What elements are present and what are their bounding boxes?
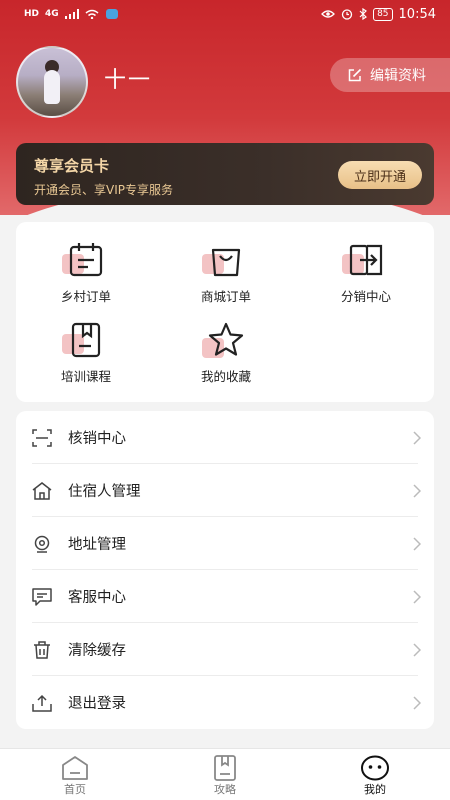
menu-item-customer-service[interactable]: 客服中心 [16, 570, 434, 623]
share-exit-icon [349, 244, 383, 276]
tab-home[interactable]: 首页 [35, 755, 115, 797]
trash-icon [34, 640, 50, 659]
menu-item-verification-center[interactable]: 核销中心 [16, 411, 434, 464]
scan-icon [32, 428, 52, 447]
app-notification-icon [105, 9, 118, 19]
profile-face-icon [361, 755, 389, 781]
hd-indicator: HD [24, 9, 40, 19]
eye-icon [321, 10, 335, 18]
grid-item-distribution-center[interactable]: 分销中心 [301, 240, 431, 305]
home-icon [32, 481, 52, 500]
settings-menu: 核销中心 住宿人管理 地址管理 客服中心 清除缓存 退出登录 [16, 411, 434, 729]
chevron-right-icon [413, 695, 421, 710]
calendar-icon [69, 243, 103, 277]
status-bar: HD 4G 85 10:54 [0, 0, 450, 28]
bottom-tab-bar: 首页 攻略 我的 [0, 748, 450, 800]
tab-guide[interactable]: 攻略 [185, 755, 265, 797]
vip-title: 尊享会员卡 [34, 157, 110, 175]
network-indicator: 4G [45, 9, 59, 19]
menu-item-address-management[interactable]: 地址管理 [16, 517, 434, 570]
chat-icon [32, 587, 52, 606]
menu-label: 退出登录 [68, 696, 126, 712]
grid-label: 商城订单 [200, 289, 251, 304]
vip-subtitle: 开通会员、享VIP专享服务 [34, 183, 173, 197]
home-tab-icon [62, 756, 88, 780]
tab-label: 攻略 [214, 783, 236, 796]
chevron-right-icon [413, 483, 421, 498]
menu-item-guest-management[interactable]: 住宿人管理 [16, 464, 434, 517]
shopping-bag-icon [211, 248, 241, 277]
chevron-right-icon [413, 430, 421, 445]
tab-label: 首页 [64, 783, 86, 796]
tab-label: 我的 [364, 783, 386, 796]
grid-item-training-courses[interactable]: 培训课程 [21, 320, 151, 385]
alarm-icon [341, 9, 353, 20]
upload-icon [32, 694, 52, 712]
menu-label: 清除缓存 [68, 643, 126, 659]
grid-item-my-favorites[interactable]: 我的收藏 [161, 320, 291, 385]
battery-level: 85 [373, 7, 393, 21]
star-icon [208, 322, 244, 356]
edit-icon [348, 68, 362, 82]
grid-label: 培训课程 [60, 369, 111, 384]
chevron-right-icon [413, 642, 421, 657]
guide-tab-icon [214, 755, 236, 781]
chevron-right-icon [413, 536, 421, 551]
clock: 10:54 [398, 6, 436, 22]
signal-icon [64, 9, 79, 19]
location-pin-icon [34, 535, 50, 553]
grid-label: 我的收藏 [200, 369, 251, 384]
menu-item-logout[interactable]: 退出登录 [16, 676, 434, 729]
menu-label: 客服中心 [68, 590, 126, 606]
grid-label: 乡村订单 [60, 289, 111, 304]
grid-item-village-orders[interactable]: 乡村订单 [21, 240, 151, 305]
bluetooth-icon [359, 8, 368, 20]
vip-card: 尊享会员卡 开通会员、享VIP专享服务 立即开通 [16, 143, 434, 205]
chevron-right-icon [413, 589, 421, 604]
avatar[interactable] [16, 46, 88, 118]
quick-actions-card: 乡村订单 商城订单 分销中心 培训课程 我的收藏 [16, 222, 434, 402]
activate-vip-button[interactable]: 立即开通 [338, 161, 422, 189]
menu-item-clear-cache[interactable]: 清除缓存 [16, 623, 434, 676]
menu-label: 核销中心 [68, 431, 126, 447]
tab-mine[interactable]: 我的 [335, 755, 415, 797]
grid-item-mall-orders[interactable]: 商城订单 [161, 240, 291, 305]
menu-label: 住宿人管理 [68, 484, 141, 500]
grid-label: 分销中心 [340, 289, 391, 304]
menu-label: 地址管理 [68, 537, 126, 553]
username: 十一 [104, 68, 153, 93]
edit-profile-button[interactable]: 编辑资料 [330, 58, 450, 92]
edit-profile-label: 编辑资料 [370, 68, 426, 84]
book-icon [71, 322, 101, 358]
wifi-icon [85, 9, 99, 19]
